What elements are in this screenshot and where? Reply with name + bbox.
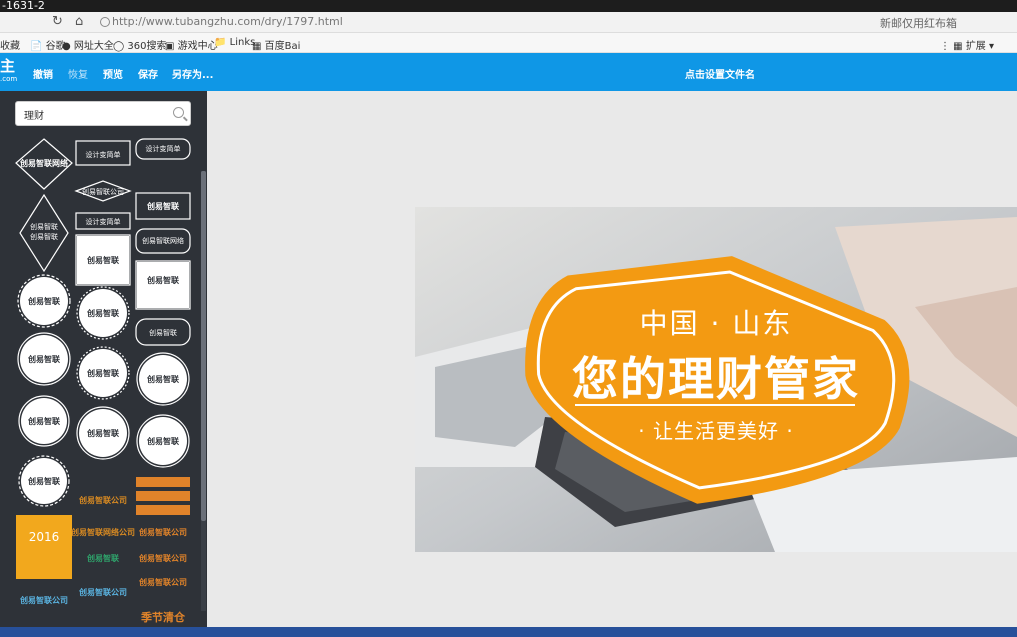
home-icon[interactable]: ⌂ [75,14,83,29]
extensions-label: 扩展 [965,41,986,52]
bookmark-favorites[interactable]: 收藏 [0,37,20,52]
badge-main-text[interactable]: 您的理财管家 [415,343,1017,409]
os-taskbar [0,627,1017,637]
svg-text:创易智联: 创易智联 [30,222,58,231]
svg-text:设计变简单: 设计变简单 [86,150,121,159]
window-title-bar: -1631-2 [0,0,1017,12]
svg-text:创易智联: 创易智联 [27,354,60,364]
search-icon[interactable] [173,107,184,118]
bookmark-links[interactable]: 📁 Links [214,37,255,48]
svg-text:创易智联网络: 创易智联网络 [142,236,184,245]
save-as-button[interactable]: 另存为... [172,66,213,81]
refresh-icon[interactable]: ↻ [52,14,63,29]
svg-text:设计变简单: 设计变简单 [146,144,181,153]
search-input[interactable] [22,108,166,121]
svg-text:创易智联公司: 创易智联公司 [138,553,187,563]
svg-text:创易智联: 创易智联 [146,275,179,285]
bookmark-baidu[interactable]: ▦ 百度Bai [252,37,300,52]
undo-button[interactable]: 撤销 [33,66,53,81]
svg-text:创易智联: 创易智联 [30,232,58,241]
template-search [15,101,191,126]
editor-toolbar: 主 .com 撤销 恢复 预览 保存 另存为... 点击设置文件名 [0,53,1017,91]
svg-text:创易智联公司: 创易智联公司 [138,577,187,587]
svg-text:创易智联: 创易智联 [146,201,179,211]
design-stage[interactable]: 中国 · 山东 您的理财管家 · 让生活更美好 · [415,207,1017,552]
bookmark-360-search[interactable]: ◯ 360搜索 [113,37,166,52]
set-filename-button[interactable]: 点击设置文件名 [660,66,780,81]
svg-text:创易智联: 创易智联 [146,374,179,384]
window-title: -1631-2 [2,0,45,12]
bookmark-label: 游戏中心 [177,41,218,52]
save-button[interactable]: 保存 [138,66,158,81]
svg-text:创易智联: 创易智联 [86,428,119,438]
svg-text:创易智联: 创易智联 [149,328,177,337]
preview-button[interactable]: 预览 [103,66,123,81]
bookmark-url-directory[interactable]: ● 网址大全 [62,37,114,52]
site-logo[interactable]: 主 .com [0,57,18,83]
badge-top-text[interactable]: 中国 · 山东 [415,302,1017,342]
svg-text:创易智联公司: 创易智联公司 [19,595,68,605]
svg-text:创易智联: 创易智联 [86,553,119,563]
address-right-text[interactable]: 新邮仅用红布箱 [880,15,957,31]
template-thumbnails[interactable]: 创易智联 创易智联 创易智联 创易智联 创易智联 创易智联 创易智联 创易智联 … [10,133,200,627]
svg-text:创易智联: 创易智联 [86,368,119,378]
svg-text:创易智联: 创易智联 [86,255,119,265]
badge-sub-text[interactable]: · 让生活更美好 · [415,415,1017,444]
template-thumbnail-grid[interactable]: 创易智联 创易智联 创易智联 创易智联 创易智联 创易智联 创易智联 创易智联 … [10,133,200,627]
svg-text:创易智联网络公司: 创易智联网络公司 [70,527,135,537]
logo-text: 主 [0,57,16,75]
svg-text:创易智联: 创易智联 [27,476,60,486]
bookmarks-bar: 收藏 📄 谷歌 ● 网址大全 ◯ 360搜索 ▣ 游戏中心 📁 Links ▦ … [0,33,1017,53]
bookmark-label: 百度Bai [264,41,301,52]
url-field[interactable]: http://www.tubangzhu.com/dry/1797.html [112,15,343,28]
bookmark-google[interactable]: 📄 谷歌 [30,37,66,52]
logo-sub: .com [0,75,18,83]
svg-text:创易智联公司: 创易智联公司 [138,527,187,537]
bookmark-label: 360搜索 [127,41,167,52]
sidebar-scrollbar-thumb[interactable] [201,171,206,521]
svg-text:设计变简单: 设计变简单 [86,217,121,226]
svg-text:创易智联: 创易智联 [27,296,60,306]
bookmark-game-center[interactable]: ▣ 游戏中心 [165,37,218,52]
redo-button[interactable]: 恢复 [68,66,88,81]
svg-text:创易智联公司: 创易智联公司 [78,495,127,505]
extensions-menu[interactable]: ⋮ ▦ 扩展 ▾ [940,37,994,52]
template-sidebar: 创易智联 创易智联 创易智联 创易智联 创易智联 创易智联 创易智联 创易智联 … [0,91,207,637]
svg-text:创易智联: 创易智联 [146,436,179,446]
svg-text:创易智联公司: 创易智联公司 [78,587,127,597]
bookmark-label: 网址大全 [73,41,114,52]
svg-text:创易智联: 创易智联 [27,416,60,426]
svg-text:2016: 2016 [29,530,60,544]
svg-text:创易智联公司: 创易智联公司 [82,187,124,196]
svg-text:创易智联网络: 创易智联网络 [19,158,68,168]
address-bar: ↻ ⌂ http://www.tubangzhu.com/dry/1797.ht… [0,12,1017,33]
svg-text:季节清仓: 季节清仓 [140,610,186,624]
globe-icon [100,17,110,27]
svg-text:创易智联: 创易智联 [86,308,119,318]
